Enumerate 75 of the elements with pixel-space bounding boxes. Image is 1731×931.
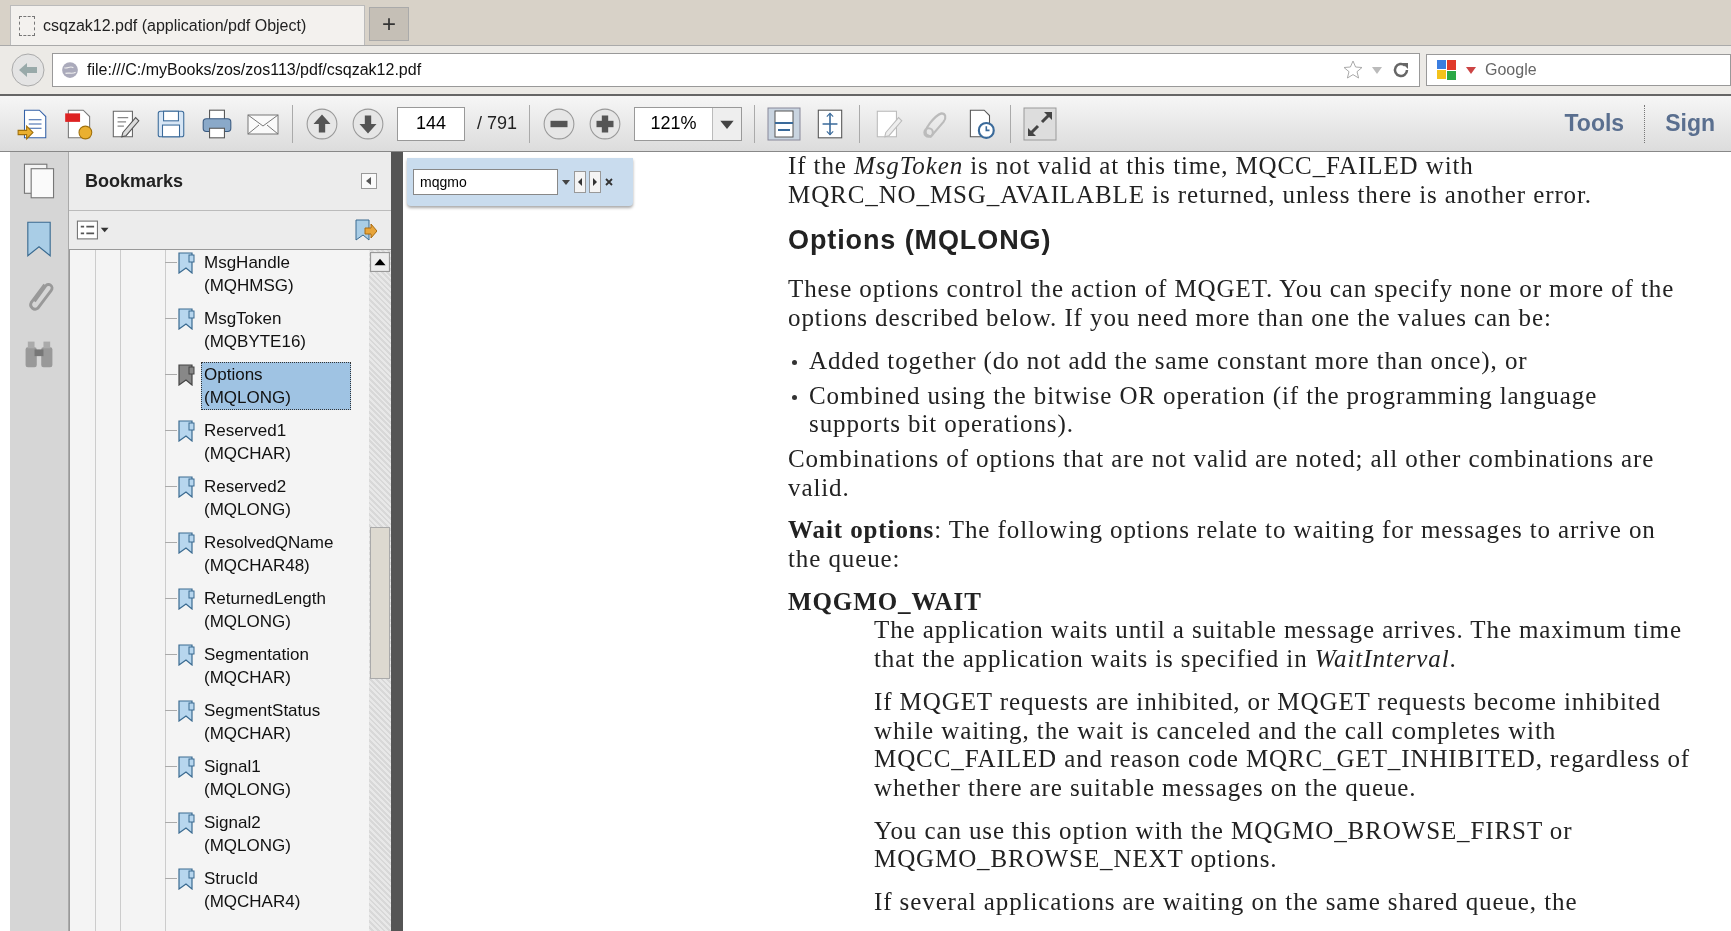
- pages-icon[interactable]: [22, 162, 56, 200]
- bookmark-icon[interactable]: [177, 588, 195, 610]
- bookmark-icon[interactable]: [177, 812, 195, 834]
- new-tab-button[interactable]: +: [369, 7, 409, 41]
- search-engine-icon[interactable]: [1435, 58, 1459, 82]
- bullet-icon: [792, 359, 797, 365]
- bookmark-item[interactable]: StrucId (MQCHAR4): [201, 866, 351, 914]
- bookmark-item[interactable]: Reserved2 (MQLONG): [201, 474, 351, 522]
- find-previous-icon[interactable]: [574, 171, 586, 193]
- next-page-icon[interactable]: [351, 106, 385, 141]
- url-text: file:///C:/myBooks/zos/zos113/pdf/csqzak12.pdf: [87, 61, 422, 79]
- bookmark-item[interactable]: Signal1 (MQLONG): [201, 754, 351, 802]
- bookmark-item[interactable]: Segmentation (MQCHAR): [201, 642, 351, 690]
- paragraph: If the MsgToken is not valid at this time, MQCC_FAILED with MQRC_NO_MSG_AVAILABLE is returned, unless there is another error.: [788, 152, 1594, 210]
- bookmark-icon[interactable]: [177, 868, 195, 890]
- bookmark-icon[interactable]: [177, 532, 195, 554]
- fit-width-icon[interactable]: [767, 106, 802, 141]
- bookmark-item[interactable]: MsgToken (MQBYTE16): [201, 306, 351, 354]
- scroll-up-icon[interactable]: [370, 252, 390, 272]
- find-next-icon[interactable]: [589, 171, 601, 193]
- bookmark-icon[interactable]: [177, 644, 195, 666]
- paragraph: Wait options: The following options relate to waiting for messages to arrive on the queue:: [788, 516, 1657, 574]
- bullet-item: Added together (do not add the same constant more than once), or: [788, 346, 1693, 376]
- browser-tab[interactable]: csqzak12.pdf (application/pdf Object): [10, 5, 365, 45]
- zoom-in-icon[interactable]: [588, 106, 623, 141]
- bookmark-icon[interactable]: [177, 756, 195, 778]
- bookmark-item[interactable]: SegmentStatus (MQCHAR): [201, 698, 351, 746]
- full-screen-icon[interactable]: [1023, 106, 1058, 141]
- scroll-thumb[interactable]: [370, 527, 390, 679]
- toolbar-link[interactable]: Sign: [1657, 110, 1723, 137]
- collapse-icon[interactable]: [361, 173, 377, 189]
- paragraph: The application waits until a suitable message arrives. The maximum time that the application waits is specified in WaitInterval.: [874, 616, 1683, 674]
- tab-title: csqzak12.pdf (application/pdf Object): [43, 16, 307, 35]
- address-field[interactable]: file:///C:/myBooks/zos/zos113/pdf/csqzak12.pdf: [52, 53, 1420, 87]
- bookmark-item[interactable]: MsgHandle (MQHMSG): [201, 250, 351, 298]
- page-icon: [19, 15, 35, 36]
- bookmark-icon[interactable]: [177, 476, 195, 498]
- bookmark-item[interactable]: Reserved1 (MQCHAR): [201, 418, 351, 466]
- paragraph: You can use this option with the MQGMO_BROWSE_FIRST or MQGMO_BROWSE_NEXT options.: [874, 816, 1574, 875]
- panel-title: Bookmarks: [85, 170, 184, 192]
- paragraph: If several applications are waiting on the same shared queue, the: [874, 888, 1579, 917]
- globe-icon[interactable]: [61, 61, 79, 79]
- bookmark-icon[interactable]: [177, 420, 195, 442]
- expand-bookmark-icon[interactable]: [353, 218, 377, 242]
- options-menu-icon[interactable]: [75, 220, 111, 240]
- page-number-field[interactable]: 144: [397, 106, 465, 141]
- section-heading: Options (MQLONG): [788, 224, 1053, 258]
- search-field[interactable]: Google: [1426, 54, 1731, 86]
- page-count: / 791: [477, 113, 518, 134]
- scrollbar[interactable]: [369, 250, 391, 931]
- bookmark-item[interactable]: Signal2 (MQLONG): [201, 810, 351, 858]
- paragraph: If MQGET requests are inhibited, or MQGET requests become inhibited while waiting, the wait is canceled and the call completes with MQCC_FAILED and reason code MQRC_GET_INHIBITED, regardless of whether there are suitable messages on the queue.: [874, 687, 1692, 803]
- caret-icon[interactable]: [712, 107, 742, 140]
- find-field[interactable]: mqgmo: [413, 169, 558, 195]
- bookmark-icon[interactable]: [177, 700, 195, 722]
- dropdown-icon[interactable]: [561, 177, 571, 187]
- bookmark-item[interactable]: ReturnedLength (MQLONG): [201, 586, 351, 634]
- paragraph: These options control the action of MQGET. You can specify none or more of the options described below. If you need more than one the values can be:: [788, 275, 1676, 333]
- reload-icon[interactable]: [1391, 60, 1411, 80]
- bookmark-item[interactable]: ResolvedQName (MQCHAR48): [201, 530, 351, 578]
- bullet-item: Combined using the bitwise OR operation (if the programming language supports bit operations).: [788, 381, 1693, 439]
- bookmark-icon[interactable]: [177, 252, 195, 274]
- toolbar-link[interactable]: Tools: [1556, 110, 1633, 137]
- zoom-out-icon[interactable]: [542, 106, 577, 141]
- star-icon[interactable]: [1343, 60, 1363, 80]
- dropdown-icon[interactable]: [1465, 64, 1477, 76]
- close-icon[interactable]: [604, 177, 614, 187]
- bookmark-item[interactable]: Options (MQLONG): [201, 362, 351, 410]
- previous-page-icon[interactable]: [305, 106, 339, 141]
- bullet-icon: [792, 394, 797, 400]
- term-heading: MQGMO_WAIT: [788, 587, 983, 617]
- zoom-dropdown[interactable]: 121%: [634, 106, 743, 141]
- bookmark-icon[interactable]: [177, 308, 195, 330]
- paragraph: Combinations of options that are not valid are noted; all other combinations are valid.: [788, 444, 1656, 503]
- bookmark-icon[interactable]: [177, 364, 195, 386]
